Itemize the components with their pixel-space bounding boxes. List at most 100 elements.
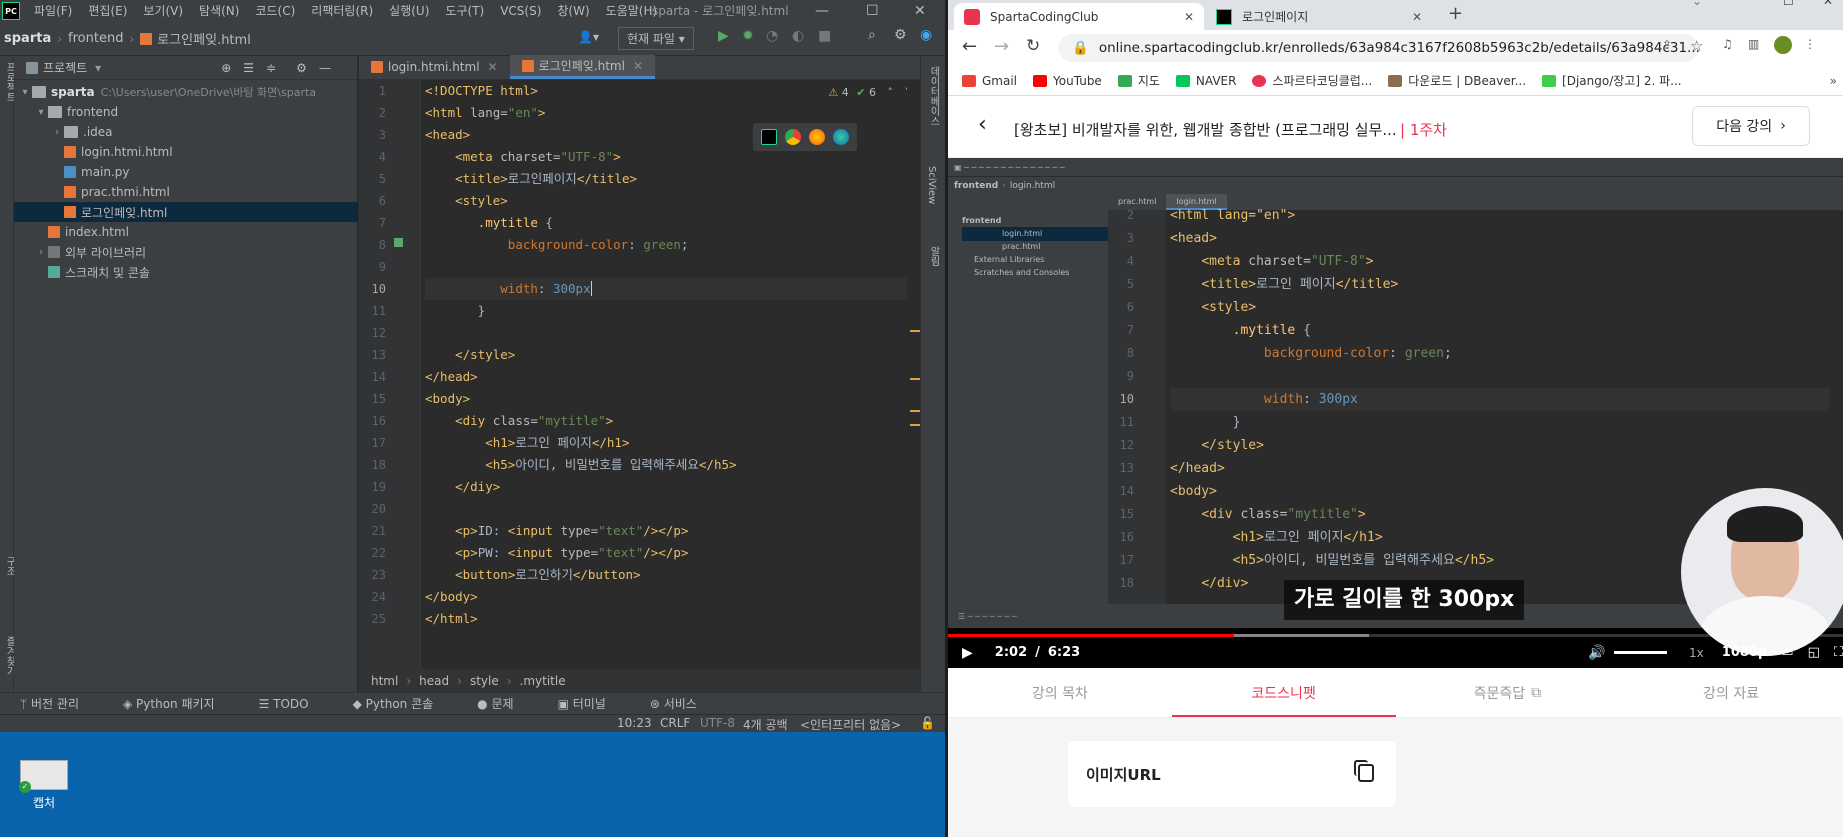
chevron-down-icon[interactable]: ⌄ bbox=[1692, 0, 1702, 8]
bookmark-naver[interactable]: NAVER bbox=[1175, 74, 1236, 88]
close-icon[interactable]: ✕ bbox=[1823, 0, 1833, 8]
coverage-icon[interactable]: ◔ bbox=[766, 28, 778, 44]
tab-login-page[interactable]: 로그인페잊.html ✕ bbox=[509, 55, 656, 79]
browser-tab-sparta[interactable]: SpartaCodingClub ✕ bbox=[954, 3, 1204, 30]
forward-icon[interactable]: → bbox=[994, 36, 1009, 57]
tab-materials[interactable]: 강의 자료 bbox=[1619, 668, 1843, 717]
tree-item-main-py[interactable]: main.py bbox=[14, 162, 358, 182]
locate-icon[interactable]: ⊕ bbox=[221, 61, 231, 75]
inspection-widget[interactable]: ⚠ 4 ✔ 6 ˄ ˅ bbox=[828, 86, 910, 99]
crumb[interactable]: .mytitle bbox=[520, 674, 566, 688]
color-swatch-icon[interactable] bbox=[394, 238, 403, 247]
tree-item-idea[interactable]: › .idea bbox=[14, 122, 358, 142]
menu-edit[interactable]: 편집(E) bbox=[80, 0, 135, 22]
bookmark-maps[interactable]: 지도 bbox=[1117, 72, 1160, 89]
breadcrumb-folder[interactable]: frontend bbox=[68, 31, 123, 46]
chrome-icon[interactable] bbox=[785, 129, 801, 145]
close-tab-icon[interactable]: ✕ bbox=[633, 59, 643, 73]
interpreter-setting[interactable]: <인터프리터 없음> bbox=[800, 716, 901, 733]
menu-code[interactable]: 코드(C) bbox=[247, 0, 303, 22]
chevron-down-icon[interactable]: ▾ bbox=[18, 87, 32, 98]
settings-gear-icon[interactable]: ⚙ bbox=[894, 27, 907, 43]
breadcrumb-file[interactable]: 로그인페잊.html bbox=[157, 29, 251, 48]
menu-view[interactable]: 보기(V) bbox=[135, 0, 191, 22]
line-separator[interactable]: CRLF bbox=[660, 716, 690, 730]
close-tab-icon[interactable]: ✕ bbox=[1184, 10, 1194, 24]
minimize-icon[interactable]: — bbox=[1738, 0, 1750, 6]
minimize-icon[interactable]: — bbox=[815, 0, 829, 22]
tool-services[interactable]: ⊛ 서비스 bbox=[650, 695, 719, 712]
sidepanel-icon[interactable]: ▥ bbox=[1748, 37, 1759, 51]
crumb[interactable]: html bbox=[371, 674, 398, 688]
stop-icon[interactable]: ■ bbox=[818, 28, 831, 44]
more-bookmarks-icon[interactable]: » bbox=[1830, 74, 1837, 88]
crumb[interactable]: style bbox=[470, 674, 499, 688]
tree-item-login-htmi[interactable]: login.htmi.html bbox=[14, 142, 358, 162]
video-player[interactable]: ▣ ─ ─ ─ ─ ─ ─ ─ ─ ─ ─ ─ ─ ─ ─ frontend ›… bbox=[948, 158, 1843, 668]
tool-python-console[interactable]: ◆ Python 콘솔 bbox=[353, 695, 456, 712]
firefox-icon[interactable] bbox=[809, 129, 825, 145]
pip-icon[interactable]: ◱ bbox=[1808, 645, 1820, 660]
gear-icon[interactable]: ⚙ bbox=[296, 61, 307, 75]
profile-icon[interactable]: ◐ bbox=[792, 28, 804, 44]
close-tab-icon[interactable]: ✕ bbox=[488, 60, 498, 74]
maximize-icon[interactable]: ☐ bbox=[866, 0, 879, 22]
back-chevron-icon[interactable]: ‹ bbox=[978, 112, 987, 137]
chevron-down-icon[interactable]: ▾ bbox=[34, 107, 48, 118]
chevron-up-icon[interactable]: ˄ bbox=[888, 86, 894, 99]
desktop-shortcut[interactable]: ✓ 캡처 bbox=[19, 760, 68, 811]
editor-scrollbar[interactable] bbox=[907, 80, 920, 669]
expand-all-icon[interactable]: ☰ bbox=[243, 61, 254, 75]
tab-login-htmi[interactable]: login.htmi.html ✕ bbox=[359, 55, 510, 79]
volume-slider[interactable] bbox=[1613, 651, 1668, 654]
tool-terminal[interactable]: ▣ 터미널 bbox=[558, 695, 628, 712]
maximize-icon[interactable]: ☐ bbox=[1783, 0, 1794, 8]
new-tab-icon[interactable]: + bbox=[1448, 3, 1463, 24]
menu-window[interactable]: 창(W) bbox=[549, 0, 597, 22]
avatar[interactable] bbox=[1774, 36, 1792, 54]
tree-item-external-libs[interactable]: › 외부 라이브러리 bbox=[14, 242, 358, 262]
warning-marker[interactable] bbox=[910, 330, 920, 332]
tool-python-packages[interactable]: ◈ Python 패키지 bbox=[123, 695, 237, 712]
playback-speed[interactable]: 1x bbox=[1689, 646, 1704, 660]
debug-icon[interactable]: ✹ bbox=[742, 28, 754, 44]
project-panel-title[interactable]: 프로젝트 bbox=[43, 59, 87, 76]
tree-item-scratches[interactable]: 스크래치 및 콘솔 bbox=[14, 262, 358, 282]
back-icon[interactable]: ← bbox=[962, 36, 977, 57]
kebab-menu-icon[interactable]: ⋮ bbox=[1804, 37, 1816, 51]
menu-run[interactable]: 실행(U) bbox=[381, 0, 437, 22]
menu-vcs[interactable]: VCS(S) bbox=[492, 0, 549, 22]
notifications-tool-tab[interactable]: 알림 bbox=[926, 246, 941, 266]
hide-panel-icon[interactable]: — bbox=[319, 61, 331, 75]
close-tab-icon[interactable]: ✕ bbox=[1412, 10, 1422, 24]
lock-icon[interactable]: 🔓 bbox=[920, 716, 935, 730]
bookmark-star-icon[interactable]: ☆ bbox=[1690, 37, 1703, 55]
tree-item-index[interactable]: index.html bbox=[14, 222, 358, 242]
tree-item-login-page[interactable]: 로그인페잊.html bbox=[14, 202, 358, 222]
browser-tab-login[interactable]: 로그인페이지 ✕ bbox=[1206, 3, 1432, 30]
crumb[interactable]: head bbox=[419, 674, 449, 688]
menu-file[interactable]: 파일(F) bbox=[26, 0, 80, 22]
warning-marker[interactable] bbox=[910, 424, 920, 426]
tree-item-prac[interactable]: prac.thmi.html bbox=[14, 182, 358, 202]
chevron-right-icon[interactable]: › bbox=[34, 247, 48, 258]
pycharm-preview-icon[interactable] bbox=[761, 129, 777, 145]
warning-marker[interactable] bbox=[910, 378, 920, 380]
tab-table-of-contents[interactable]: 강의 목차 bbox=[948, 668, 1172, 717]
media-icon[interactable]: ♫ bbox=[1722, 37, 1733, 51]
menu-navigate[interactable]: 탐색(N) bbox=[191, 0, 247, 22]
tool-vcs[interactable]: ᛘ 버전 관리 bbox=[20, 695, 101, 712]
next-lecture-button[interactable]: 다음 강의 › bbox=[1692, 106, 1810, 146]
volume-icon[interactable]: 🔊 bbox=[1588, 645, 1605, 661]
share-icon[interactable]: ⇪ bbox=[1662, 38, 1672, 52]
code-area[interactable]: <!DOCTYPE html> <html lang="en"> <head> … bbox=[425, 80, 920, 669]
caret-position[interactable]: 10:23 bbox=[617, 716, 652, 730]
tool-problems[interactable]: ● 문제 bbox=[477, 695, 535, 712]
bookmark-gmail[interactable]: Gmail bbox=[962, 74, 1017, 88]
run-config-select[interactable]: 현재 파일 ▾ bbox=[618, 27, 694, 50]
fullscreen-icon[interactable]: ⛶ bbox=[1834, 645, 1843, 660]
tree-item-frontend[interactable]: ▾ frontend bbox=[14, 102, 358, 122]
edge-icon[interactable] bbox=[833, 129, 849, 145]
tool-todo[interactable]: ☰ TODO bbox=[259, 697, 331, 711]
snippet-card[interactable]: 이미지URL bbox=[1068, 741, 1396, 807]
